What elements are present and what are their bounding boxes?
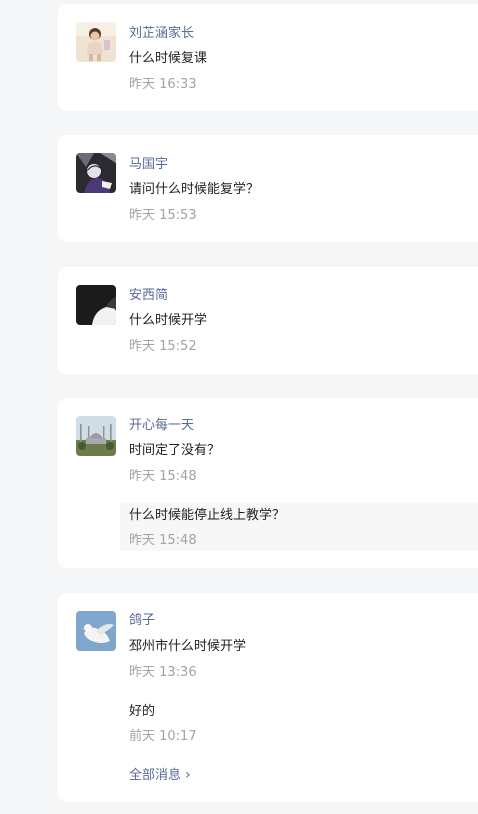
message-text: 什么时候开学 <box>129 313 208 328</box>
sender-name[interactable]: 鸽子 <box>129 612 155 630</box>
message-time: 昨天 16:33 <box>129 77 197 92</box>
sender-name[interactable]: 安西简 <box>129 287 168 305</box>
message-text: 邳州市什么时候开学 <box>129 639 247 654</box>
message-card[interactable]: 刘芷涵家长 什么时候复课 昨天 16:33 <box>58 4 478 111</box>
child-photo-icon[interactable] <box>76 22 116 62</box>
message-text: 时间定了没有？ <box>129 443 221 458</box>
message-time: 昨天 15:48 <box>129 533 197 548</box>
sender-name[interactable]: 刘芷涵家长 <box>129 25 194 43</box>
sender-name[interactable]: 马国宇 <box>129 156 168 174</box>
sender-name[interactable]: 开心每一天 <box>129 417 194 435</box>
message-time: 昨天 15:48 <box>129 469 197 484</box>
message-card[interactable]: 马国宇 请问什么时候能复学？ 昨天 15:53 <box>58 135 478 242</box>
message-text: 请问什么时候能复学？ <box>129 182 260 197</box>
message-time: 前天 10:17 <box>129 729 197 744</box>
mosque-photo-icon[interactable] <box>76 416 116 456</box>
dove-photo-icon[interactable] <box>76 611 116 651</box>
message-card[interactable]: 安西简 什么时候开学 昨天 15:52 <box>58 267 478 374</box>
message-text: 什么时候复课 <box>129 51 208 66</box>
message-time: 昨天 15:52 <box>129 339 197 354</box>
person-photo-icon[interactable] <box>76 153 116 193</box>
chevron-right-icon: › <box>185 767 191 783</box>
message-card[interactable]: 鸽子 邳州市什么时候开学 昨天 13:36 好的 前天 10:17 全部消息 › <box>58 593 478 802</box>
message-time: 昨天 13:36 <box>129 665 197 680</box>
message-time: 昨天 15:53 <box>129 208 197 223</box>
message-text: 好的 <box>129 704 156 719</box>
all-messages-link[interactable]: 全部消息 › <box>129 766 191 785</box>
abstract-photo-icon[interactable] <box>76 285 116 325</box>
message-text: 什么时候能停止线上教学？ <box>129 508 286 523</box>
all-messages-label[interactable]: 全部消息 <box>129 768 181 783</box>
message-card[interactable]: 开心每一天 时间定了没有？ 昨天 15:48 什么时候能停止线上教学？ 昨天 1… <box>58 398 478 568</box>
